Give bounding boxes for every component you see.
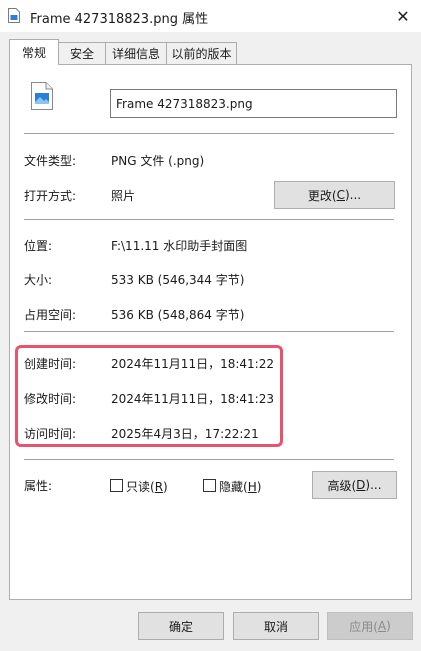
readonly-label[interactable]: 只读(R) [126,478,168,495]
file-name-input[interactable]: Frame 427318823.png [110,89,397,118]
tab-strip: 常规 安全 详细信息 以前的版本 [0,38,421,66]
readonly-checkbox[interactable] [110,479,123,492]
divider [24,459,394,460]
general-panel [9,64,412,600]
hidden-checkbox[interactable] [203,479,216,492]
image-file-icon [8,8,20,23]
file-type-label: 文件类型: [24,154,77,168]
png-file-icon [31,82,53,110]
advanced-button[interactable]: 高级(D)... [312,471,397,499]
apply-button[interactable]: 应用(A) [327,612,413,640]
attributes-label: 属性: [24,479,53,493]
window-title: Frame 427318823.png 属性 [30,12,209,27]
location-label: 位置: [24,239,53,253]
close-icon: ✕ [396,6,410,26]
tab-details[interactable]: 详细信息 [105,42,167,64]
disk-size-label: 占用空间: [24,308,77,322]
size-value: 533 KB (546,344 字节) [111,273,245,287]
file-name-value: Frame 427318823.png [116,96,253,111]
hidden-label[interactable]: 隐藏(H) [219,478,261,495]
open-with-label: 打开方式: [24,189,77,203]
cancel-button[interactable]: 取消 [233,612,319,640]
ok-button[interactable]: 确定 [138,612,224,640]
tab-general[interactable]: 常规 [9,39,59,65]
title-bar: Frame 427318823.png 属性 ✕ [0,0,421,32]
change-button[interactable]: 更改(C)... [274,181,395,209]
size-label: 大小: [24,273,53,287]
open-with-value: 照片 [111,189,136,203]
file-type-value: PNG 文件 (.png) [111,154,205,168]
close-button[interactable]: ✕ [392,6,414,26]
divider [24,219,394,220]
location-value: F:\11.11 水印助手封面图 [111,239,248,253]
timestamps-highlight [15,345,283,447]
divider [24,331,394,332]
disk-size-value: 536 KB (548,864 字节) [111,308,245,322]
divider [24,133,394,134]
tab-security[interactable]: 安全 [58,42,106,64]
tab-previous-versions[interactable]: 以前的版本 [166,42,237,64]
